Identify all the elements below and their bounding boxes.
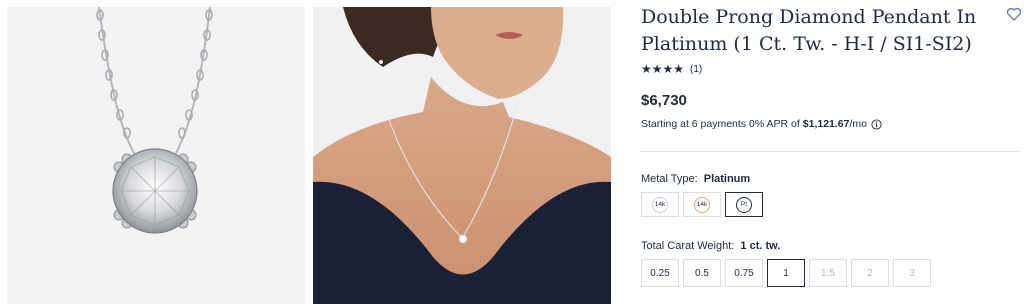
- metal-swatch-text: 14k: [694, 196, 710, 213]
- financing-suffix: /mo: [849, 118, 867, 130]
- info-icon[interactable]: [871, 118, 882, 130]
- carat-weight-options: 0.25 0.5 0.75 1 1.5 2 3: [641, 259, 935, 287]
- metal-option-14k-white-gold[interactable]: 14k: [641, 192, 679, 217]
- metal-type-label-text: Metal Type:: [641, 173, 698, 185]
- product-rating[interactable]: ★★★★ (1): [641, 62, 702, 76]
- financing-prefix: Starting at 6 payments 0% APR of: [641, 118, 800, 130]
- financing-amount: $1,121.67: [802, 118, 850, 130]
- carat-option-0-5[interactable]: 0.5: [683, 259, 721, 287]
- star-rating-icon: ★★★★: [641, 62, 685, 76]
- metal-type-label: Metal Type: Platinum: [641, 173, 750, 185]
- review-count[interactable]: (1): [690, 64, 702, 75]
- metal-option-14k-rose-gold[interactable]: 14k: [683, 192, 721, 217]
- carat-option-3[interactable]: 3: [893, 259, 931, 287]
- product-image-model[interactable]: [313, 7, 611, 304]
- heart-icon[interactable]: [1006, 6, 1022, 22]
- carat-weight-selected: 1 ct. tw.: [740, 240, 781, 252]
- metal-option-platinum[interactable]: Pt: [725, 192, 763, 217]
- carat-option-2[interactable]: 2: [851, 259, 889, 287]
- section-divider: [641, 151, 1019, 152]
- carat-option-0-75[interactable]: 0.75: [725, 259, 763, 287]
- product-image-pendant[interactable]: [7, 7, 305, 304]
- carat-weight-label-text: Total Carat Weight:: [641, 240, 735, 252]
- metal-type-selected: Platinum: [703, 173, 751, 185]
- carat-option-1-5[interactable]: 1.5: [809, 259, 847, 287]
- carat-option-1[interactable]: 1: [767, 259, 805, 287]
- metal-swatch-text: Pt: [736, 196, 752, 213]
- carat-option-0-25[interactable]: 0.25: [641, 259, 679, 287]
- financing-info: Starting at 6 payments 0% APR of $1,121.…: [641, 118, 882, 130]
- carat-weight-label: Total Carat Weight: 1 ct. tw.: [641, 240, 780, 252]
- metal-swatch-text: 14k: [652, 196, 668, 213]
- product-price: $6,730: [641, 92, 687, 109]
- metal-type-options: 14k 14k Pt: [641, 192, 767, 217]
- product-title: Double Prong Diamond Pendant In Platinum…: [641, 6, 977, 55]
